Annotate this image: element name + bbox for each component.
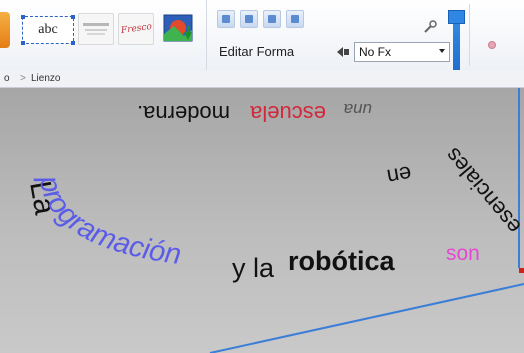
effect-icon [337, 47, 349, 57]
insert-picture-button[interactable] [162, 12, 198, 48]
blue-word-programacion: programación [32, 172, 183, 271]
style-preview-label: Fresco [119, 21, 153, 37]
shape-tool-4-button[interactable] [286, 10, 304, 28]
shape-tool-3-button[interactable] [263, 10, 281, 28]
divider [469, 4, 470, 66]
text-lines-icon [83, 23, 109, 35]
guide-line-bottom [209, 283, 524, 353]
shape-tool-2-button[interactable] [240, 10, 258, 28]
breadcrumb-current[interactable]: Lienzo [31, 70, 60, 87]
text-box-button[interactable]: abc [21, 15, 75, 45]
picture-icon [163, 14, 193, 42]
right-arc-esenciales: esenciales [440, 143, 524, 239]
effect-select-value: No Fx [359, 45, 392, 59]
edit-shape-label[interactable]: Editar Forma [219, 44, 294, 59]
selection-handle[interactable] [519, 268, 524, 273]
text-box-label: abc [38, 22, 58, 37]
breadcrumb: o > Lienzo [0, 70, 524, 88]
chevron-down-icon [439, 49, 445, 53]
breadcrumb-parent[interactable]: o [4, 70, 10, 87]
canvas-artwork: moderna. escuela una en esenciales La pr… [23, 88, 524, 353]
effect-select[interactable]: No Fx [354, 42, 450, 62]
canvas[interactable]: moderna. escuela una en esenciales La pr… [0, 88, 524, 353]
top-arc-red: escuela [249, 101, 326, 126]
pink-word-son: son [446, 242, 480, 265]
slider-thumb[interactable] [448, 10, 465, 24]
top-arc-italic: una [344, 100, 372, 119]
top-arc-black: moderna. [137, 101, 230, 126]
wrench-icon[interactable] [423, 20, 437, 34]
ribbon-toolbar: abc Fresco Editar Forma No Fx [0, 0, 524, 71]
right-arc-en: en [385, 161, 413, 190]
orange-tool-button[interactable] [0, 12, 10, 48]
shape-tool-1-button[interactable] [217, 10, 235, 28]
mid-words: y la [232, 253, 275, 283]
breadcrumb-separator: > [20, 73, 26, 84]
text-style-group: abc Fresco [0, 0, 207, 70]
bold-word-robotica: robótica [288, 246, 395, 276]
color-dot-icon[interactable] [488, 41, 496, 49]
text-style-preview-1[interactable] [78, 13, 114, 45]
shape-tools-group: Editar Forma No Fx [207, 0, 524, 70]
text-style-preview-2[interactable]: Fresco [118, 13, 154, 45]
